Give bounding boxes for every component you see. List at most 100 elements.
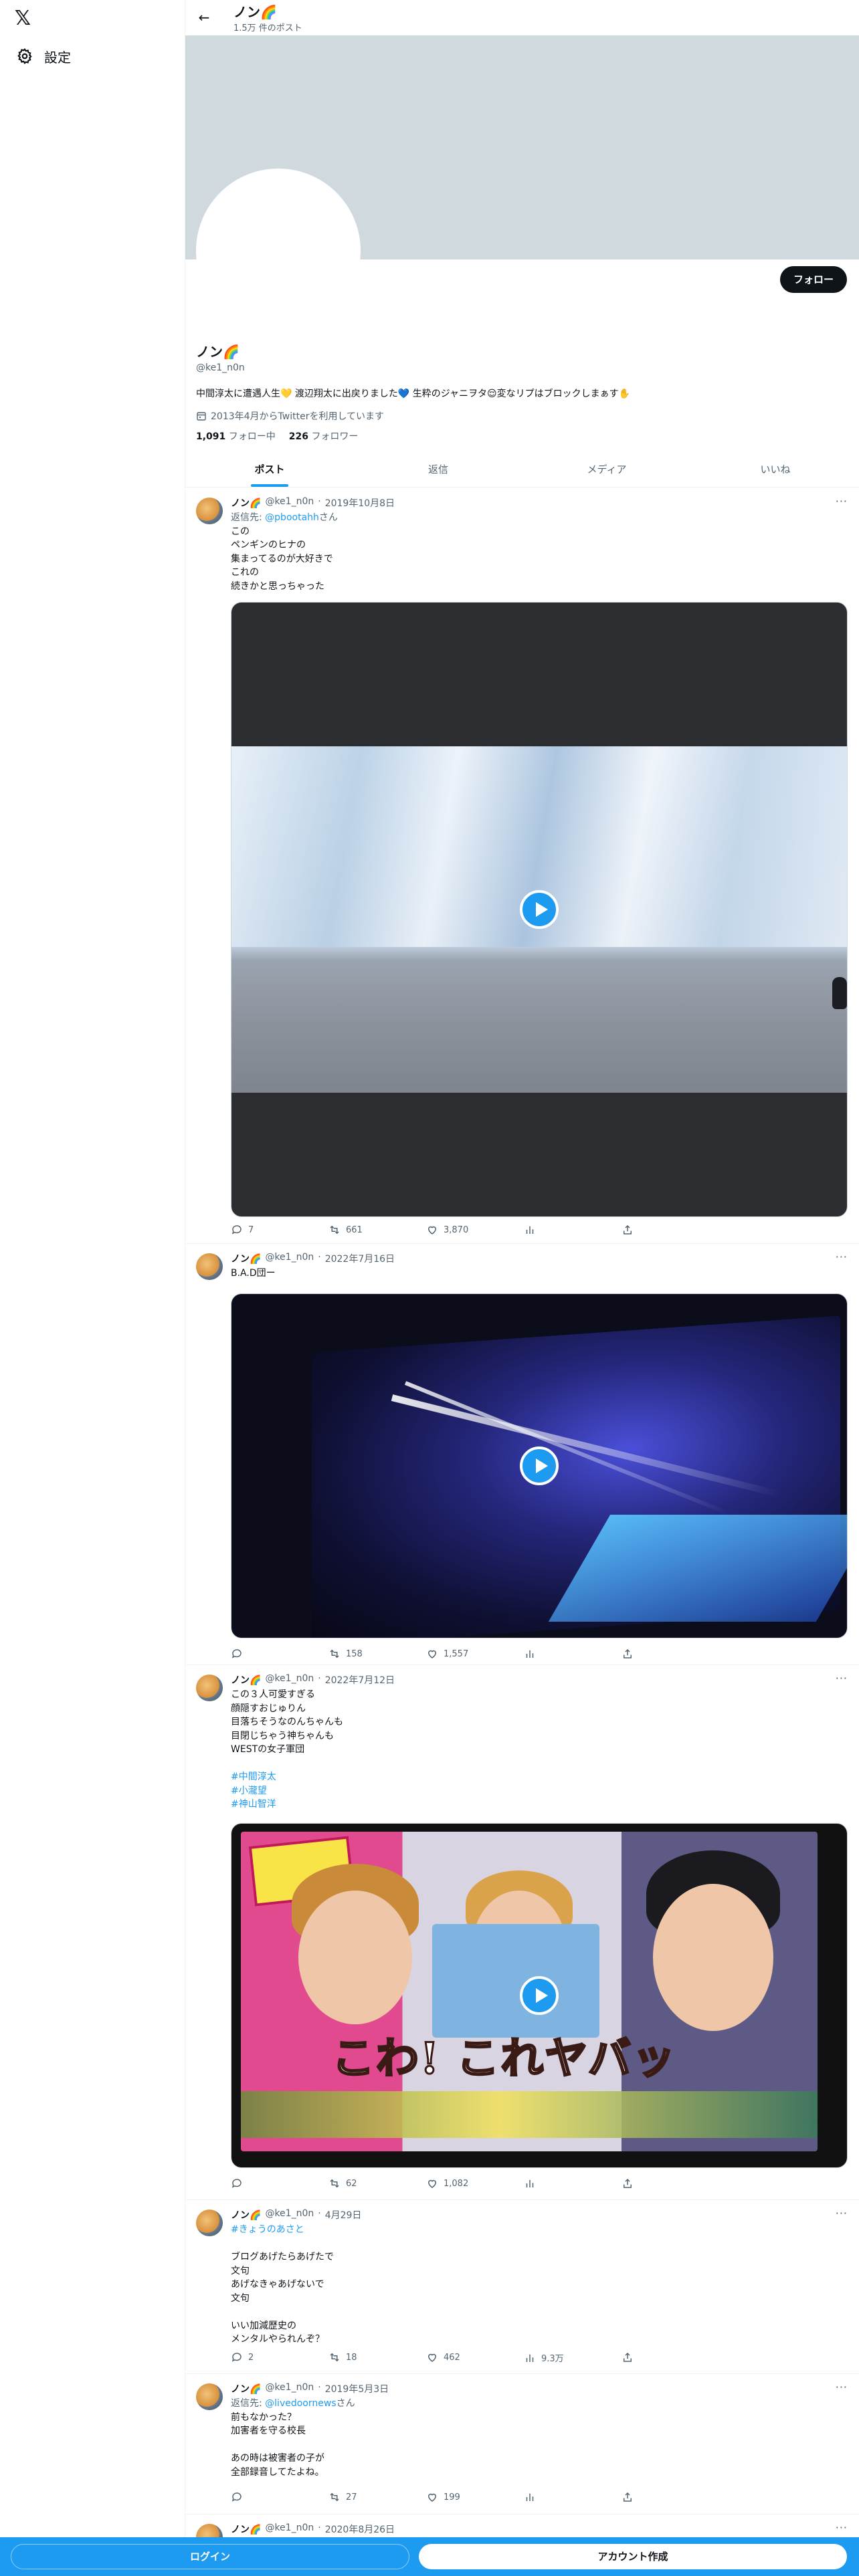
profile-joined: 2013年4月からTwitterを利用しています [196, 409, 384, 423]
tweet-author-handle[interactable]: @ke1_n0n [265, 496, 314, 510]
tweet-actions: 158 1,557 [231, 1648, 846, 1661]
share-button[interactable] [622, 2177, 634, 2189]
tweet-line: 集まってるのが大好きで [231, 553, 333, 564]
tweet-date[interactable]: 2022年7月16日 [325, 1252, 395, 1265]
tweet-avatar[interactable] [196, 2210, 223, 2236]
more-options-icon[interactable]: ··· [836, 1672, 848, 1685]
repost-button[interactable]: 62 [328, 2177, 357, 2189]
tweet-line [231, 2237, 846, 2251]
tweet-line: いい加減歴史の [231, 2320, 296, 2331]
tweet-author-name[interactable]: ノン🌈 [231, 1252, 261, 1265]
views-chart-icon [526, 2354, 534, 2362]
repost-button[interactable]: 18 [328, 2351, 357, 2363]
tweet-author-name[interactable]: ノン🌈 [231, 1673, 261, 1687]
share-button[interactable] [622, 2491, 634, 2503]
play-icon[interactable] [520, 1446, 559, 1485]
share-button[interactable] [622, 2351, 634, 2363]
more-options-icon[interactable]: ··· [836, 495, 848, 508]
signup-button[interactable]: アカウント作成 [419, 2544, 847, 2569]
share-button[interactable] [622, 1648, 634, 1660]
follow-button[interactable]: フォロー [779, 266, 847, 293]
tweet-video[interactable] [231, 602, 848, 1217]
tweet-author-handle[interactable]: @ke1_n0n [265, 2382, 314, 2395]
reply-context: 返信先: @livedoornewsさん [231, 2397, 846, 2411]
tweet[interactable]: ノン🌈 @ke1_n0n · 2022年7月16日 ··· B.A.D団ー 15… [185, 1244, 859, 1665]
tweet-video[interactable] [231, 1293, 848, 1638]
views-button[interactable]: 9.3万 [524, 2351, 564, 2364]
repost-button[interactable]: 27 [328, 2491, 357, 2503]
like-button[interactable]: 1,082 [426, 2177, 468, 2189]
tweet-author-handle[interactable]: @ke1_n0n [265, 2523, 314, 2536]
tweet-avatar[interactable] [196, 1675, 223, 1701]
more-options-icon[interactable]: ··· [836, 2207, 848, 2220]
tweet-date[interactable]: 2019年10月8日 [325, 496, 395, 510]
hashtag-link[interactable]: #神山智洋 [231, 1798, 846, 1812]
tweet-author-name[interactable]: ノン🌈 [231, 2208, 261, 2222]
tweet-header: ノン🌈 @ke1_n0n · 2019年10月8日 [231, 496, 395, 510]
tweet-avatar[interactable] [196, 498, 223, 524]
tab-replies[interactable]: 返信 [354, 452, 522, 487]
tweet[interactable]: ノン🌈 @ke1_n0n · 4月29日 ··· #きょうのあさと ブログあげた… [185, 2200, 859, 2374]
tab-likes[interactable]: いいね [691, 452, 859, 487]
more-options-icon[interactable]: ··· [836, 1251, 848, 1263]
tweet-avatar[interactable] [196, 2383, 223, 2410]
tweet[interactable]: ノン🌈 @ke1_n0n · 2019年10月8日 ··· 返信先: @pboo… [185, 488, 859, 1244]
reply-button[interactable]: 7 [231, 1224, 254, 1236]
tweet-author-name[interactable]: ノン🌈 [231, 2523, 261, 2536]
followers-link[interactable]: 226 フォロワー [289, 429, 359, 443]
hashtag-link[interactable]: #きょうのあさと [231, 2223, 846, 2237]
play-icon[interactable] [520, 890, 559, 929]
tweet-avatar[interactable] [196, 1253, 223, 1280]
like-button[interactable]: 199 [426, 2491, 460, 2503]
nav-settings[interactable]: 設定 [9, 41, 78, 71]
share-button[interactable] [622, 1224, 634, 1236]
profile-avatar[interactable] [196, 169, 361, 333]
more-options-icon[interactable]: ··· [836, 2521, 848, 2534]
reply-to-link[interactable]: @pbootahh [265, 512, 319, 523]
play-icon[interactable] [520, 1976, 559, 2015]
tab-media[interactable]: メディア [522, 452, 691, 487]
tweet-date[interactable]: 2022年7月12日 [325, 1673, 395, 1687]
views-button[interactable] [524, 1224, 541, 1236]
reply-button[interactable] [231, 1648, 248, 1660]
tweet-author-name[interactable]: ノン🌈 [231, 496, 261, 510]
hashtag-link[interactable]: #小瀧望 [231, 1784, 846, 1798]
like-button[interactable]: 3,870 [426, 1224, 468, 1236]
tweet-author-handle[interactable]: @ke1_n0n [265, 1673, 314, 1687]
hashtag-link[interactable]: #中間淳太 [231, 1770, 846, 1784]
tweet-date[interactable]: 2020年8月26日 [325, 2523, 395, 2536]
tweet[interactable]: ノン🌈 @ke1_n0n · 2022年7月12日 ··· この３人可愛すぎる … [185, 1665, 859, 2200]
views-button[interactable] [524, 2491, 536, 2503]
like-button[interactable]: 462 [426, 2351, 460, 2363]
tweet-line [231, 2305, 846, 2319]
reply-button[interactable]: 2 [231, 2351, 254, 2363]
tweet-author-handle[interactable]: @ke1_n0n [265, 1252, 314, 1265]
x-logo-icon[interactable]: 𝕏 [9, 5, 36, 32]
views-button[interactable] [524, 2177, 536, 2189]
tweet-separator: · [318, 2382, 321, 2393]
followers-count: 226 [288, 431, 308, 442]
login-button[interactable]: ログイン [11, 2544, 409, 2569]
reply-button[interactable] [231, 2177, 248, 2189]
like-button[interactable]: 1,557 [426, 1648, 468, 1660]
views-button[interactable] [524, 1648, 536, 1660]
like-count: 1,082 [444, 2178, 469, 2189]
tweet[interactable]: ノン🌈 @ke1_n0n · 2019年5月3日 ··· 返信先: @lived… [185, 2374, 859, 2514]
tweet-author-name[interactable]: ノン🌈 [231, 2382, 261, 2395]
tweet-author-handle[interactable]: @ke1_n0n [265, 2208, 314, 2222]
reply-button[interactable] [231, 2491, 248, 2503]
tweet-video[interactable]: こわ! これヤバッ [231, 1823, 848, 2168]
repost-button[interactable]: 661 [328, 1224, 363, 1236]
repost-button[interactable]: 158 [328, 1648, 363, 1660]
more-options-icon[interactable]: ··· [836, 2381, 848, 2393]
tweet-date[interactable]: 2019年5月3日 [325, 2382, 389, 2395]
following-count: 1,091 [196, 431, 226, 442]
profile-handle: @ke1_n0n [196, 362, 245, 373]
back-arrow-icon[interactable]: ← [193, 7, 215, 28]
tweet-date[interactable]: 4月29日 [325, 2208, 362, 2222]
tweet-separator: · [318, 496, 321, 507]
following-link[interactable]: 1,091 フォロー中 [196, 429, 276, 443]
reply-to-link[interactable]: @livedoornews [265, 2398, 336, 2409]
tab-posts[interactable]: ポスト [185, 452, 354, 487]
repost-count: 158 [346, 1648, 363, 1659]
